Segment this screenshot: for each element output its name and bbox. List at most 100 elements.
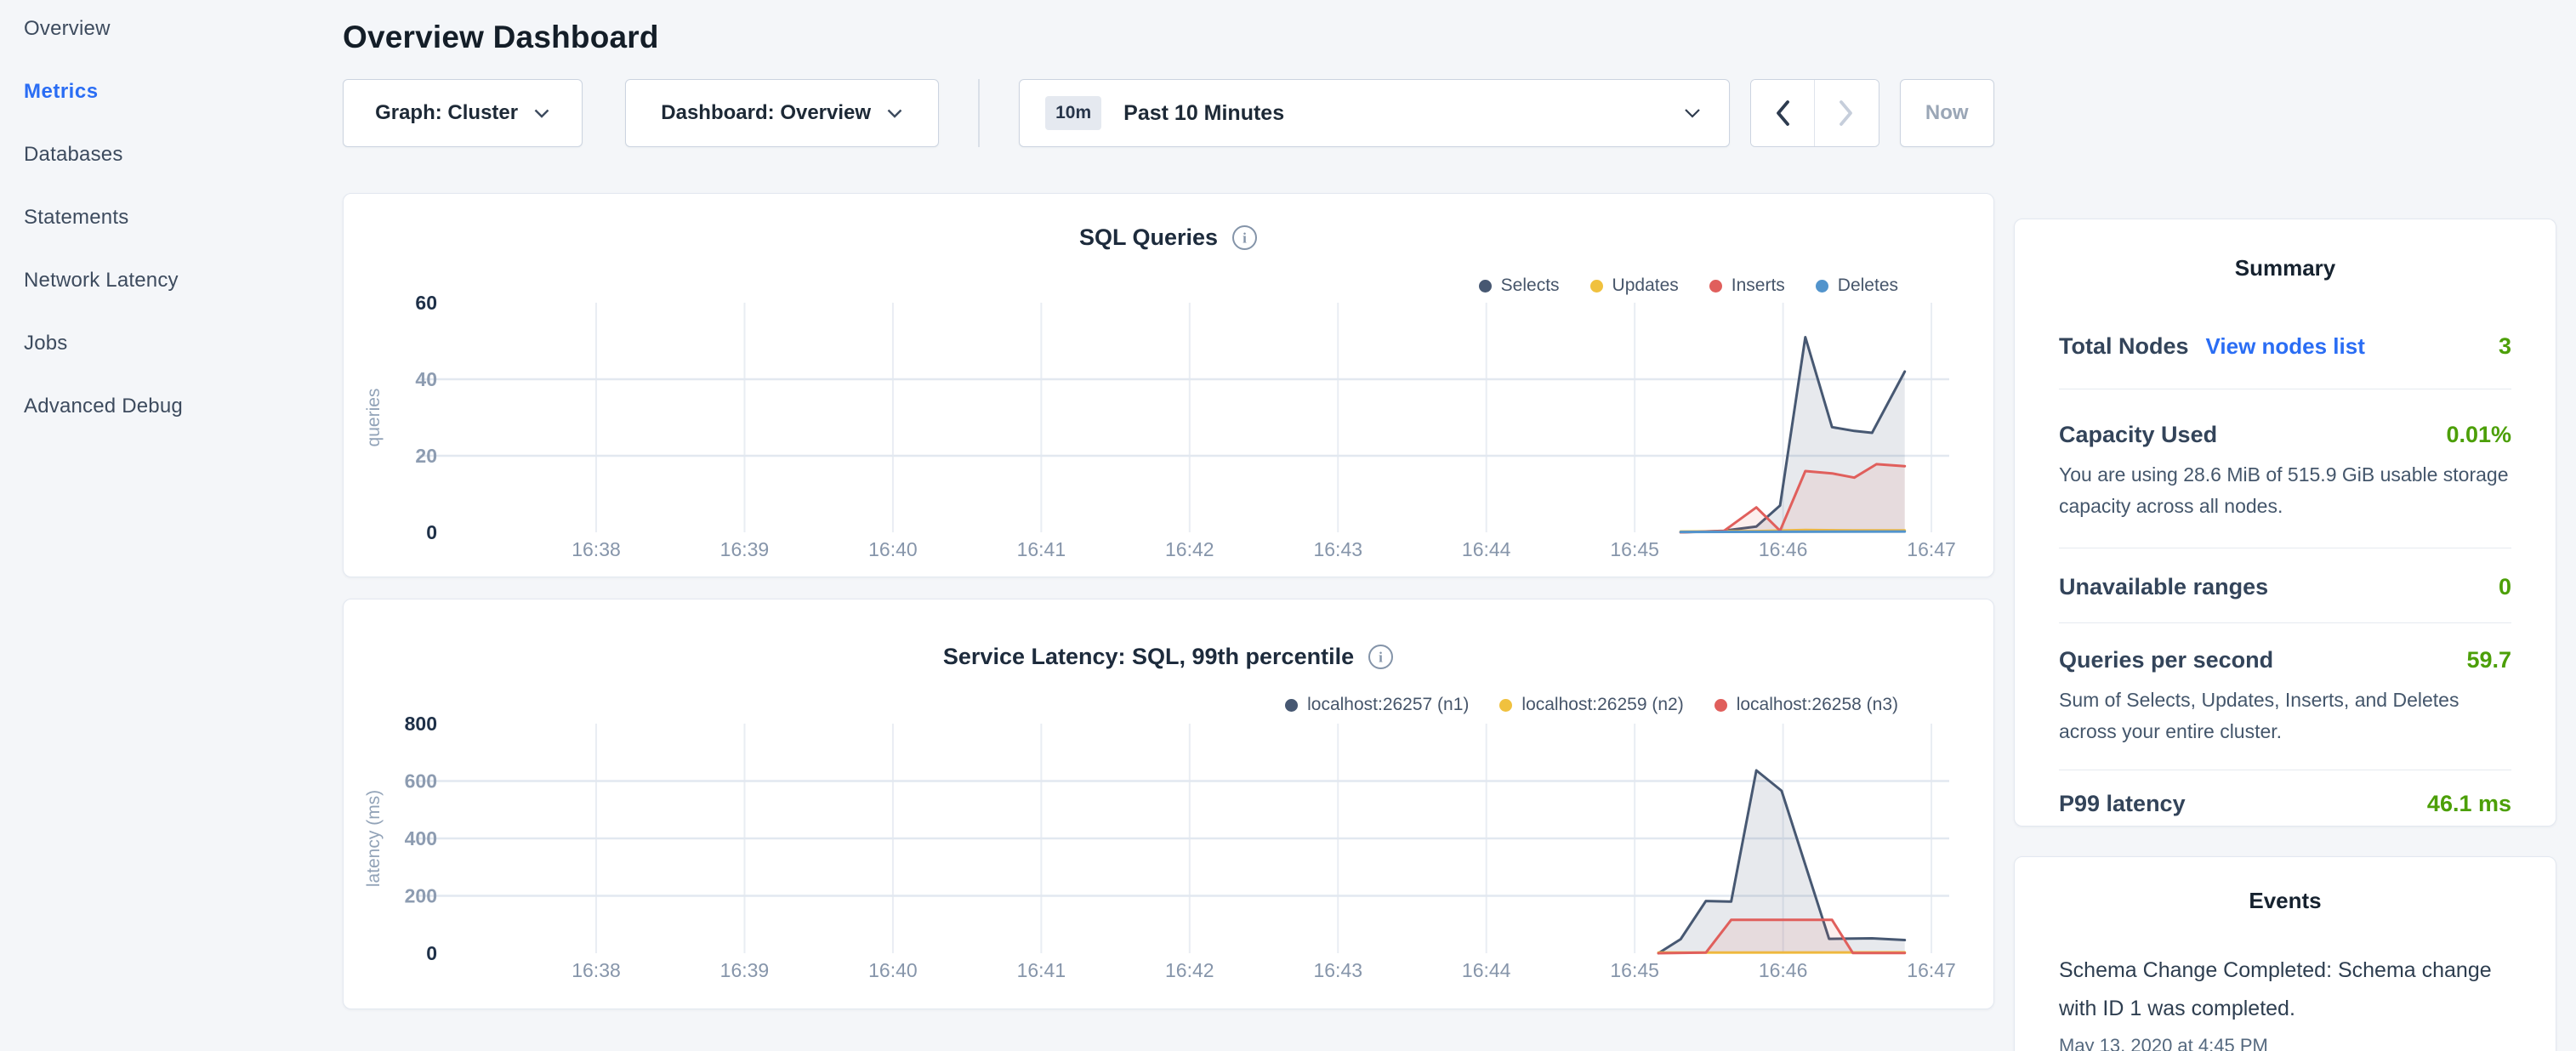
legend-label: localhost:26258 (n3) xyxy=(1737,695,1898,715)
time-forward-button[interactable] xyxy=(1814,80,1878,146)
legend-item: localhost:26258 (n3) xyxy=(1714,695,1898,715)
x-axis-tick: 16:43 xyxy=(1313,959,1362,981)
sidebar-item-advanced-debug[interactable]: Advanced Debug xyxy=(24,395,313,418)
time-range-label: Past 10 Minutes xyxy=(1123,101,1284,126)
y-axis-tick: 0 xyxy=(426,942,437,964)
sidebar-item-jobs[interactable]: Jobs xyxy=(24,332,313,355)
time-range-badge: 10m xyxy=(1045,96,1101,130)
sidebar-item-network-latency[interactable]: Network Latency xyxy=(24,269,313,293)
page-title: Overview Dashboard xyxy=(343,19,1994,56)
x-axis-tick: 16:41 xyxy=(1017,538,1066,560)
event-message: Schema Change Completed: Schema change w… xyxy=(2059,952,2511,1028)
y-axis-title: queries xyxy=(364,389,384,447)
summary-row-qps: Queries per second 59.7 Sum of Selects, … xyxy=(2059,623,2511,770)
summary-title: Summary xyxy=(2059,219,2511,281)
legend-dot-icon xyxy=(1709,280,1722,293)
series-deletes xyxy=(1680,531,1905,532)
x-axis-tick: 16:41 xyxy=(1017,959,1066,981)
toolbar: Graph: Cluster Dashboard: Overview 10m P… xyxy=(343,79,1994,147)
capacity-used-label: Capacity Used xyxy=(2059,422,2217,448)
legend-dot-icon xyxy=(1285,699,1298,712)
x-axis-tick: 16:44 xyxy=(1462,538,1511,560)
time-range-selector[interactable]: 10m Past 10 Minutes xyxy=(1019,79,1729,147)
gridlines xyxy=(418,303,1949,532)
dashboard-dropdown[interactable]: Dashboard: Overview xyxy=(625,79,939,147)
legend-label: localhost:26257 (n1) xyxy=(1307,695,1469,715)
legend-dot-icon xyxy=(1714,699,1727,712)
x-axis-tick: 16:47 xyxy=(1907,959,1956,981)
events-panel: Events Schema Change Completed: Schema c… xyxy=(2014,856,2556,1051)
info-icon[interactable]: i xyxy=(1231,224,1258,251)
x-axis-tick: 16:46 xyxy=(1759,959,1808,981)
graph-dropdown-text: Graph: Cluster xyxy=(375,101,518,125)
summary-row-p99: P99 latency 46.1 ms xyxy=(2059,770,2511,817)
y-axis-tick: 400 xyxy=(405,827,437,849)
now-button[interactable]: Now xyxy=(1900,79,1995,147)
p99-latency-label: P99 latency xyxy=(2059,791,2186,817)
legend-label: Deletes xyxy=(1838,276,1898,296)
legend-item: Updates xyxy=(1590,276,1679,296)
qps-description: Sum of Selects, Updates, Inserts, and De… xyxy=(2059,685,2511,747)
y-axis-tick: 600 xyxy=(405,770,437,793)
sidebar-item-overview[interactable]: Overview xyxy=(24,17,313,41)
capacity-used-description: You are using 28.6 MiB of 515.9 GiB usab… xyxy=(2059,459,2511,522)
legend-label: Selects xyxy=(1501,276,1560,296)
legend-label: Inserts xyxy=(1732,276,1785,296)
axis-labels: 020406016:3816:3916:4016:4116:4216:4316:… xyxy=(364,296,1956,560)
y-axis-title: latency (ms) xyxy=(364,790,384,887)
legend-item: Inserts xyxy=(1709,276,1785,296)
view-nodes-list-link[interactable]: View nodes list xyxy=(2206,333,2365,360)
legend-item: Deletes xyxy=(1816,276,1898,296)
x-axis-tick: 16:42 xyxy=(1165,959,1214,981)
y-axis-tick: 0 xyxy=(426,521,437,543)
sql-queries-chart-card: SQL Queries i Selects Updates Inserts Delet… xyxy=(343,193,1994,577)
qps-label: Queries per second xyxy=(2059,647,2273,673)
x-axis-tick: 16:43 xyxy=(1313,538,1362,560)
events-title: Events xyxy=(2059,857,2511,914)
y-axis-tick: 40 xyxy=(415,368,437,390)
x-axis-tick: 16:39 xyxy=(720,538,770,560)
chart-header: SQL Queries i xyxy=(344,194,1993,251)
x-axis-tick: 16:38 xyxy=(571,959,621,981)
chevron-right-icon xyxy=(1839,99,1854,127)
x-axis-tick: 16:45 xyxy=(1610,959,1659,981)
total-nodes-value: 3 xyxy=(2499,333,2511,360)
x-axis-tick: 16:44 xyxy=(1462,959,1511,981)
x-axis-tick: 16:40 xyxy=(868,959,918,981)
chart-title: SQL Queries xyxy=(1079,224,1218,251)
sidebar-item-statements[interactable]: Statements xyxy=(24,206,313,230)
legend-dot-icon xyxy=(1479,280,1492,293)
chevron-down-icon xyxy=(533,108,550,119)
legend-item: localhost:26257 (n1) xyxy=(1285,695,1469,715)
service-latency-chart-card: Service Latency: SQL, 99th percentile i … xyxy=(343,599,1994,1009)
qps-value: 59.7 xyxy=(2466,647,2511,673)
y-axis-tick: 200 xyxy=(405,885,437,907)
legend-dot-icon xyxy=(1816,280,1828,293)
chevron-down-icon xyxy=(886,108,903,119)
chart-legend: localhost:26257 (n1)localhost:26259 (n2)… xyxy=(1285,695,1898,715)
p99-latency-value: 46.1 ms xyxy=(2427,791,2511,817)
time-back-button[interactable] xyxy=(1751,80,1814,146)
unavailable-ranges-value: 0 xyxy=(2499,574,2511,600)
right-panel: Summary Total Nodes View nodes list 3 Ca… xyxy=(2014,219,2556,1051)
legend-item: Selects xyxy=(1479,276,1560,296)
legend-dot-icon xyxy=(1499,699,1512,712)
info-icon[interactable]: i xyxy=(1368,644,1394,670)
sidebar-item-metrics[interactable]: Metrics xyxy=(24,80,313,104)
chevron-left-icon xyxy=(1775,99,1790,127)
sql-queries-plot: 020406016:3816:3916:4016:4116:4216:4316:… xyxy=(344,296,1992,577)
dashboard-dropdown-text: Dashboard: Overview xyxy=(661,101,871,125)
unavailable-ranges-label: Unavailable ranges xyxy=(2059,574,2268,600)
chevron-down-icon xyxy=(1683,107,1702,119)
summary-row-total-nodes: Total Nodes View nodes list 3 xyxy=(2059,281,2511,389)
page: { "colors": { "accent_blue": "#2a6df4", … xyxy=(0,0,2576,1051)
y-axis-tick: 20 xyxy=(415,445,437,467)
event-item: Schema Change Completed: Schema change w… xyxy=(2059,952,2511,1051)
chart-legend: Selects Updates Inserts Deletes xyxy=(1479,276,1898,296)
chart-header: Service Latency: SQL, 99th percentile i xyxy=(344,599,1993,670)
x-axis-tick: 16:47 xyxy=(1907,538,1956,560)
summary-panel: Summary Total Nodes View nodes list 3 Ca… xyxy=(2014,219,2556,827)
graph-dropdown[interactable]: Graph: Cluster xyxy=(343,79,583,147)
x-axis-tick: 16:38 xyxy=(571,538,621,560)
sidebar-item-databases[interactable]: Databases xyxy=(24,143,313,167)
